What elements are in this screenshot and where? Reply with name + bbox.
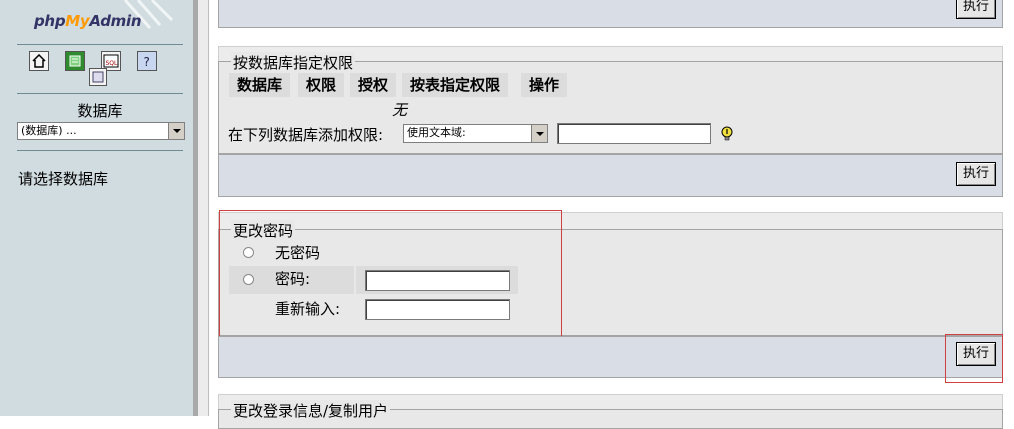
highlight-box-execute bbox=[945, 334, 1003, 383]
help-icon[interactable]: ? bbox=[137, 51, 157, 71]
home-icon[interactable] bbox=[29, 51, 49, 71]
chevron-down-icon[interactable] bbox=[168, 123, 184, 139]
add-privileges-select-value: 使用文本域: bbox=[407, 126, 466, 139]
column-header-grant: 授权 bbox=[350, 73, 397, 97]
login-info-legend: 更改登录信息/复制用户 bbox=[231, 400, 391, 421]
execute-button[interactable]: 执行 bbox=[956, 162, 997, 186]
database-select[interactable]: (数据库) ... bbox=[17, 122, 185, 140]
db-privileges-legend: 按数据库指定权限 bbox=[231, 52, 356, 73]
frame-border bbox=[198, 0, 209, 416]
choose-database-text: 请选择数据库 bbox=[18, 170, 109, 188]
chevron-down-icon[interactable] bbox=[531, 125, 547, 142]
add-privileges-label: 在下列数据库添加权限: bbox=[228, 126, 384, 144]
phpmyadmin-logo[interactable]: phpMyAdmin bbox=[34, 12, 142, 30]
svg-text:SQL: SQL bbox=[106, 60, 119, 67]
column-header-privileges: 权限 bbox=[298, 73, 345, 97]
highlight-box-password bbox=[219, 210, 562, 341]
database-select-value: (数据库) ... bbox=[21, 124, 77, 137]
column-header-table-privileges: 按表指定权限 bbox=[402, 73, 509, 97]
divider bbox=[17, 93, 183, 94]
database-name-input[interactable] bbox=[557, 123, 711, 144]
svg-text:?: ? bbox=[144, 55, 150, 68]
db-privileges-footer bbox=[218, 154, 1003, 197]
divider bbox=[17, 150, 183, 151]
column-header-database: 数据库 bbox=[229, 73, 291, 97]
execute-button[interactable]: 执行 bbox=[956, 0, 997, 19]
empty-privileges-text: 无 bbox=[392, 101, 408, 119]
change-password-footer bbox=[218, 336, 1003, 378]
sql-query-icon[interactable] bbox=[65, 51, 85, 71]
hint-bulb-icon bbox=[721, 126, 733, 141]
left-navigation-frame: phpMyAdmin SQL ? 数据库 (数据库) ... 请选择数据库 bbox=[0, 0, 193, 416]
column-header-action: 操作 bbox=[521, 73, 568, 97]
docs-icon[interactable] bbox=[89, 68, 107, 86]
add-privileges-select[interactable]: 使用文本域: bbox=[403, 124, 548, 143]
previous-form-footer bbox=[218, 0, 1003, 28]
divider bbox=[17, 44, 183, 45]
database-label: 数据库 bbox=[77, 102, 123, 120]
